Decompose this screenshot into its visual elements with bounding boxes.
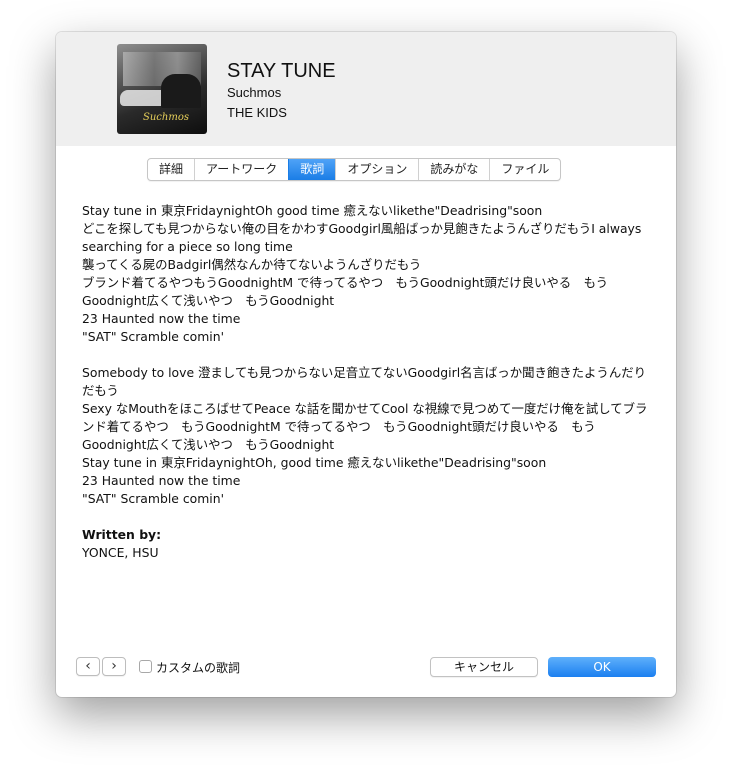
- chevron-left-icon: ‹: [85, 658, 91, 674]
- song-album: THE KIDS: [227, 105, 287, 120]
- album-artwork: Suchmos: [117, 44, 207, 134]
- tab-sorting[interactable]: 読みがな: [418, 159, 489, 180]
- lyrics-line: Somebody to love 澄ましても見つからない足音立てないGoodgi…: [82, 365, 646, 398]
- tab-file[interactable]: ファイル: [489, 159, 560, 180]
- lyrics-line: Stay tune in 東京FridaynightOh, good time …: [82, 455, 547, 470]
- custom-lyrics-checkbox[interactable]: [139, 660, 152, 673]
- tab-bar: 詳細 アートワーク 歌詞 オプション 読みがな ファイル: [147, 158, 562, 181]
- lyrics-line: "SAT" Scramble comin': [82, 491, 224, 506]
- tab-lyrics[interactable]: 歌詞: [288, 159, 336, 180]
- tab-details[interactable]: 詳細: [148, 159, 194, 180]
- written-by-label: Written by:: [82, 527, 162, 542]
- custom-lyrics-label[interactable]: カスタムの歌詞: [156, 659, 240, 676]
- lyrics-line: 襲ってくる屍のBadgirl偶然なんか待てないようんざりだもう: [82, 257, 422, 272]
- lyrics-line: Stay tune in 東京FridaynightOh good time 癒…: [82, 203, 543, 218]
- lyrics-line: 23 Haunted now the time: [82, 473, 241, 488]
- song-artist: Suchmos: [227, 85, 282, 100]
- song-info-dialog: Suchmos STAY TUNE Suchmos THE KIDS 詳細 アー…: [56, 32, 676, 697]
- dialog-footer: ‹ › カスタムの歌詞 キャンセル OK: [56, 652, 676, 682]
- tab-options[interactable]: オプション: [335, 159, 418, 180]
- cancel-button[interactable]: キャンセル: [430, 657, 538, 677]
- lyrics-line: Sexy なMouthをほころばせてPeace な話を聞かせてCool な視線で…: [82, 401, 648, 452]
- lyrics-line: ブランド着てるやつもうGoodnightM で待ってるやつ もうGoodnigh…: [82, 275, 609, 308]
- lyrics-line: "SAT" Scramble comin': [82, 329, 224, 344]
- next-button[interactable]: ›: [102, 657, 126, 676]
- written-by-value: YONCE, HSU: [82, 545, 159, 560]
- tab-artwork[interactable]: アートワーク: [194, 159, 288, 180]
- lyrics-spacer: [82, 508, 650, 526]
- lyrics-line: 23 Haunted now the time: [82, 311, 241, 326]
- lyrics-line: どこを探しても見つからない俺の目をかわすGoodgirl風船ばっか見飽きたようん…: [82, 221, 642, 254]
- lyrics-spacer: [82, 346, 650, 364]
- lyrics-text-area[interactable]: Stay tune in 東京FridaynightOh good time 癒…: [82, 202, 650, 562]
- previous-button[interactable]: ‹: [76, 657, 100, 676]
- chevron-right-icon: ›: [111, 658, 117, 674]
- song-title: STAY TUNE: [227, 60, 336, 82]
- dialog-header: Suchmos STAY TUNE Suchmos THE KIDS: [56, 32, 676, 146]
- ok-button[interactable]: OK: [548, 657, 656, 677]
- artwork-logo: Suchmos: [143, 112, 189, 123]
